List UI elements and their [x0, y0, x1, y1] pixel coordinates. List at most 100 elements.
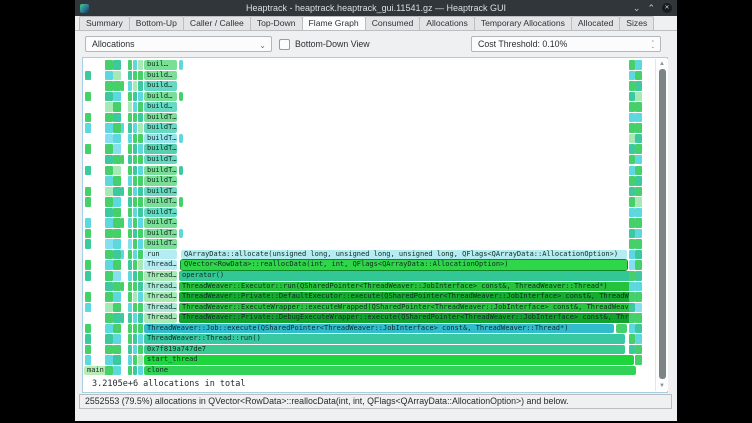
flame-cell[interactable] — [105, 345, 113, 355]
flame-cell[interactable] — [113, 324, 121, 334]
flame-cell[interactable] — [85, 229, 91, 239]
flame-cell[interactable] — [105, 92, 113, 102]
flame-cell[interactable] — [113, 187, 121, 197]
flame-cell[interactable] — [113, 176, 121, 186]
flame-bar[interactable]: buildT… — [144, 134, 177, 144]
flame-cell[interactable] — [128, 324, 132, 334]
flame-bar[interactable]: Thread… — [144, 271, 177, 281]
flame-cell[interactable] — [128, 303, 132, 313]
flame-cell[interactable] — [113, 155, 121, 165]
flame-cell[interactable] — [128, 155, 132, 165]
flame-bar[interactable]: Thread… — [144, 303, 177, 313]
flame-cell[interactable] — [138, 271, 143, 281]
flame-cell[interactable] — [635, 239, 642, 249]
flame-cell[interactable] — [133, 292, 137, 302]
flame-cell[interactable] — [133, 134, 137, 144]
flame-cell[interactable] — [113, 208, 121, 218]
flame-cell[interactable] — [113, 260, 121, 270]
flame-cell[interactable] — [128, 187, 132, 197]
flame-cell[interactable] — [138, 113, 143, 123]
flame-cell[interactable] — [113, 334, 121, 344]
flame-cell[interactable] — [133, 250, 137, 260]
flame-cell[interactable] — [113, 239, 121, 249]
flame-cell[interactable] — [138, 60, 143, 70]
bottom-down-view-option[interactable]: Bottom-Down View — [279, 36, 370, 52]
scroll-down-icon[interactable]: ▼ — [656, 382, 668, 390]
flame-cell[interactable] — [635, 166, 642, 176]
flame-bar[interactable]: ThreadWeaver::Executor::run(QSharedPoint… — [179, 282, 631, 292]
flame-cell[interactable] — [133, 334, 137, 344]
flame-cell[interactable] — [133, 260, 137, 270]
flame-cell[interactable] — [105, 134, 113, 144]
flame-cell[interactable] — [85, 218, 91, 228]
flame-cell[interactable] — [138, 292, 143, 302]
flame-cell[interactable] — [105, 260, 113, 270]
flame-cell[interactable] — [635, 102, 642, 112]
flame-cell[interactable] — [128, 313, 132, 323]
flame-cell[interactable] — [105, 60, 113, 70]
tab-consumed[interactable]: Consumed — [365, 16, 421, 30]
cost-threshold-spinbox[interactable]: Cost Threshold: 0.10% ⌃⌄ — [471, 36, 661, 52]
flame-bar[interactable]: buildT… — [144, 166, 177, 176]
flame-bar[interactable]: ThreadWeaver::Job::execute(QSharedPointe… — [144, 324, 614, 334]
flame-cell[interactable] — [105, 366, 113, 376]
flame-bar[interactable]: ThreadWeaver::Thread::run() — [144, 334, 625, 344]
flame-cell[interactable] — [105, 282, 113, 292]
flame-cell[interactable] — [113, 355, 121, 365]
tab-allocations[interactable]: Allocations — [419, 16, 475, 30]
flame-cell[interactable] — [121, 187, 124, 197]
flame-cell[interactable] — [133, 303, 137, 313]
flame-bar[interactable]: buildT… — [144, 208, 177, 218]
flame-bar[interactable]: 0x7f819a747de7 — [144, 345, 625, 355]
flame-cell[interactable] — [635, 197, 642, 207]
flame-cell[interactable] — [105, 187, 113, 197]
flame-bar[interactable]: Thread… — [144, 292, 177, 302]
flame-cell[interactable] — [138, 303, 143, 313]
flame-cell[interactable] — [635, 355, 642, 365]
flame-bar[interactable]: build… — [144, 102, 177, 112]
flame-cell[interactable] — [105, 292, 113, 302]
flame-cell[interactable] — [105, 334, 113, 344]
flame-cell[interactable] — [128, 271, 132, 281]
metric-select[interactable]: Allocations ⌄ — [85, 36, 272, 52]
flame-cell[interactable] — [85, 292, 91, 302]
flame-cell[interactable] — [128, 229, 132, 239]
flame-bar[interactable]: buildT… — [144, 113, 177, 123]
flame-bar[interactable]: buildT… — [144, 197, 177, 207]
flame-bar[interactable]: buildT… — [144, 144, 177, 154]
flame-cell[interactable] — [635, 334, 642, 344]
flame-cell[interactable] — [635, 92, 642, 102]
flame-cell[interactable] — [121, 81, 124, 91]
flame-cell[interactable] — [128, 81, 132, 91]
flame-cell[interactable] — [113, 102, 121, 112]
flame-bar[interactable]: Thread… — [144, 260, 177, 270]
flame-cell[interactable] — [128, 197, 132, 207]
flame-cell[interactable] — [635, 113, 642, 123]
flame-cell[interactable] — [105, 313, 113, 323]
tab-temporary-allocations[interactable]: Temporary Allocations — [474, 16, 572, 30]
flame-cell[interactable] — [635, 144, 642, 154]
flame-cell[interactable] — [121, 250, 124, 260]
flame-cell[interactable] — [128, 366, 132, 376]
flame-cell[interactable] — [113, 197, 121, 207]
flame-cell[interactable] — [635, 282, 642, 292]
flame-cell[interactable] — [128, 260, 132, 270]
flame-cell[interactable] — [113, 271, 121, 281]
flame-cell[interactable] — [133, 239, 137, 249]
flame-cell[interactable] — [635, 208, 642, 218]
flame-cell[interactable] — [635, 176, 642, 186]
flame-cell[interactable] — [138, 229, 143, 239]
flame-cell[interactable] — [128, 218, 132, 228]
flame-cell[interactable] — [635, 218, 642, 228]
flame-cell[interactable] — [113, 250, 121, 260]
flame-cell[interactable] — [113, 166, 121, 176]
flame-cell[interactable] — [85, 345, 91, 355]
flame-cell[interactable] — [128, 282, 132, 292]
flame-bar[interactable] — [179, 134, 183, 144]
flame-cell[interactable] — [105, 197, 113, 207]
flame-cell[interactable] — [105, 229, 113, 239]
flame-cell[interactable] — [85, 271, 91, 281]
flame-bar[interactable]: run — [144, 250, 177, 260]
flame-cell[interactable] — [85, 324, 91, 334]
scroll-up-icon[interactable]: ▲ — [656, 60, 668, 68]
